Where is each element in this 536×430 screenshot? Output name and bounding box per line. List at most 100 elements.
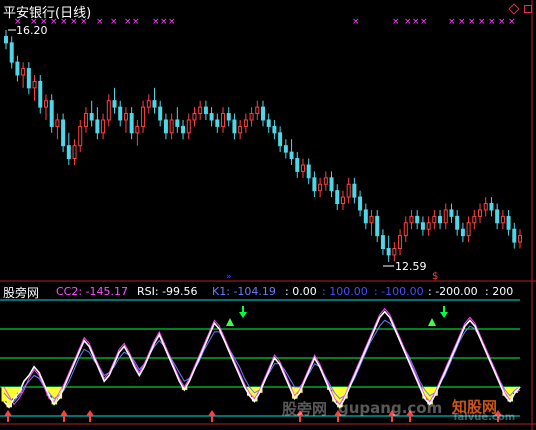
candle-body [9, 42, 14, 63]
candle-body [226, 113, 231, 121]
candle-body [112, 100, 117, 108]
candle-body [335, 190, 340, 205]
candle-body [398, 235, 403, 250]
window-box-icon[interactable] [524, 5, 532, 13]
cross-marker-icon: × [152, 17, 160, 27]
candle-body [78, 125, 83, 147]
candle-body [386, 248, 391, 256]
candle-body [312, 177, 317, 192]
candle-body [249, 113, 254, 121]
candle-body [181, 125, 186, 134]
candle-body [369, 215, 374, 224]
candle-body [141, 106, 146, 127]
candle-body [289, 151, 294, 160]
candle-body [415, 215, 420, 224]
candle-body [261, 106, 265, 121]
indicator-100: : 100.00 [322, 285, 368, 298]
candle-body [352, 183, 357, 198]
candle-body [318, 183, 323, 192]
candle-body [169, 119, 174, 134]
down-arrow-icon [239, 306, 247, 318]
candle-body [15, 61, 20, 76]
indicator-k1: K1: -104.19 [212, 285, 276, 298]
cross-marker-icon: × [508, 17, 516, 27]
cross-marker-icon: × [392, 17, 400, 27]
candle-body [495, 209, 500, 224]
candle-body [283, 145, 288, 153]
candle-body [432, 215, 437, 224]
candle-body [323, 177, 328, 185]
candle-body [426, 222, 431, 230]
candle-body [66, 145, 71, 160]
kline-chart: × × × × × × × × × × × × × × × × × × × × × × × × × ×» $ [0, 0, 536, 430]
candle-body [455, 215, 460, 230]
candle-body [329, 177, 334, 192]
candle-body [129, 113, 134, 134]
candle-body [403, 222, 408, 237]
cross-marker-icon: × [448, 17, 456, 27]
candle-body [38, 80, 43, 108]
cross-marker-icon: × [132, 17, 140, 27]
candle-body [26, 68, 31, 89]
candle-body [32, 80, 37, 89]
candle-body [380, 235, 385, 250]
candle-body [340, 196, 345, 205]
cross-marker-icon: × [458, 17, 466, 27]
candle-body [392, 248, 397, 256]
indicator-m200: : -200.00 [428, 285, 478, 298]
candle-body [460, 228, 465, 237]
candle-body [95, 119, 100, 134]
watermark-gupang-cn: 股旁网 [282, 400, 328, 418]
candle-body [203, 106, 208, 115]
chart-title: 平安银行(日线) [3, 6, 92, 21]
candle-body [232, 119, 237, 134]
cross-marker-icon: × [488, 17, 496, 27]
candle-body [466, 222, 471, 237]
candle-body [500, 215, 505, 224]
candle-body [61, 119, 66, 147]
cross-marker-icon: × [168, 17, 176, 27]
down-arrow-icon [440, 306, 448, 318]
cross-marker-icon: × [478, 17, 486, 27]
candle-body [215, 119, 220, 127]
up-arrow-icon [86, 410, 94, 422]
candle-body [192, 113, 197, 121]
candle-body [158, 106, 163, 121]
cross-marker-icon: × [498, 17, 506, 27]
indicator-rsi: RSI: -99.56 [137, 285, 198, 298]
cross-marker-icon: × [412, 17, 420, 27]
candle-body [266, 119, 271, 127]
candle-body [375, 215, 380, 237]
cross-marker-icon: × [96, 17, 104, 27]
candle-body [295, 158, 300, 172]
cross-marker-icon: × [110, 17, 118, 27]
candle-body [83, 113, 88, 127]
indicator-cc2: CC2: -145.17 [56, 285, 129, 298]
candle-body [300, 164, 305, 172]
candle-body [506, 215, 511, 230]
candle-body [478, 209, 483, 217]
series-rsi [3, 310, 521, 409]
dollar-icon: $ [432, 271, 438, 282]
cross-marker-icon: × [468, 17, 476, 27]
candle-body [186, 119, 191, 134]
double-arrow-icon: » [226, 272, 232, 282]
candle-body [243, 119, 248, 127]
cross-marker-icon: × [420, 17, 428, 27]
candle-body [4, 35, 8, 44]
candle-body [443, 209, 448, 224]
candle-body [49, 100, 54, 127]
candle-body [489, 203, 494, 211]
cross-marker-icon: × [124, 17, 132, 27]
indicator-m100: : -100.00 [374, 285, 424, 298]
candle-body [198, 106, 203, 115]
candle-body [106, 100, 111, 121]
high-price-label: 16.20 [16, 24, 48, 37]
triangle-icon [428, 318, 436, 326]
candle-body [518, 235, 522, 243]
candle-body [272, 125, 277, 134]
candle-body [409, 215, 414, 224]
watermark-gupang-en: gupang.com [338, 399, 443, 417]
candle-body [483, 203, 488, 211]
candle-body [221, 113, 226, 127]
